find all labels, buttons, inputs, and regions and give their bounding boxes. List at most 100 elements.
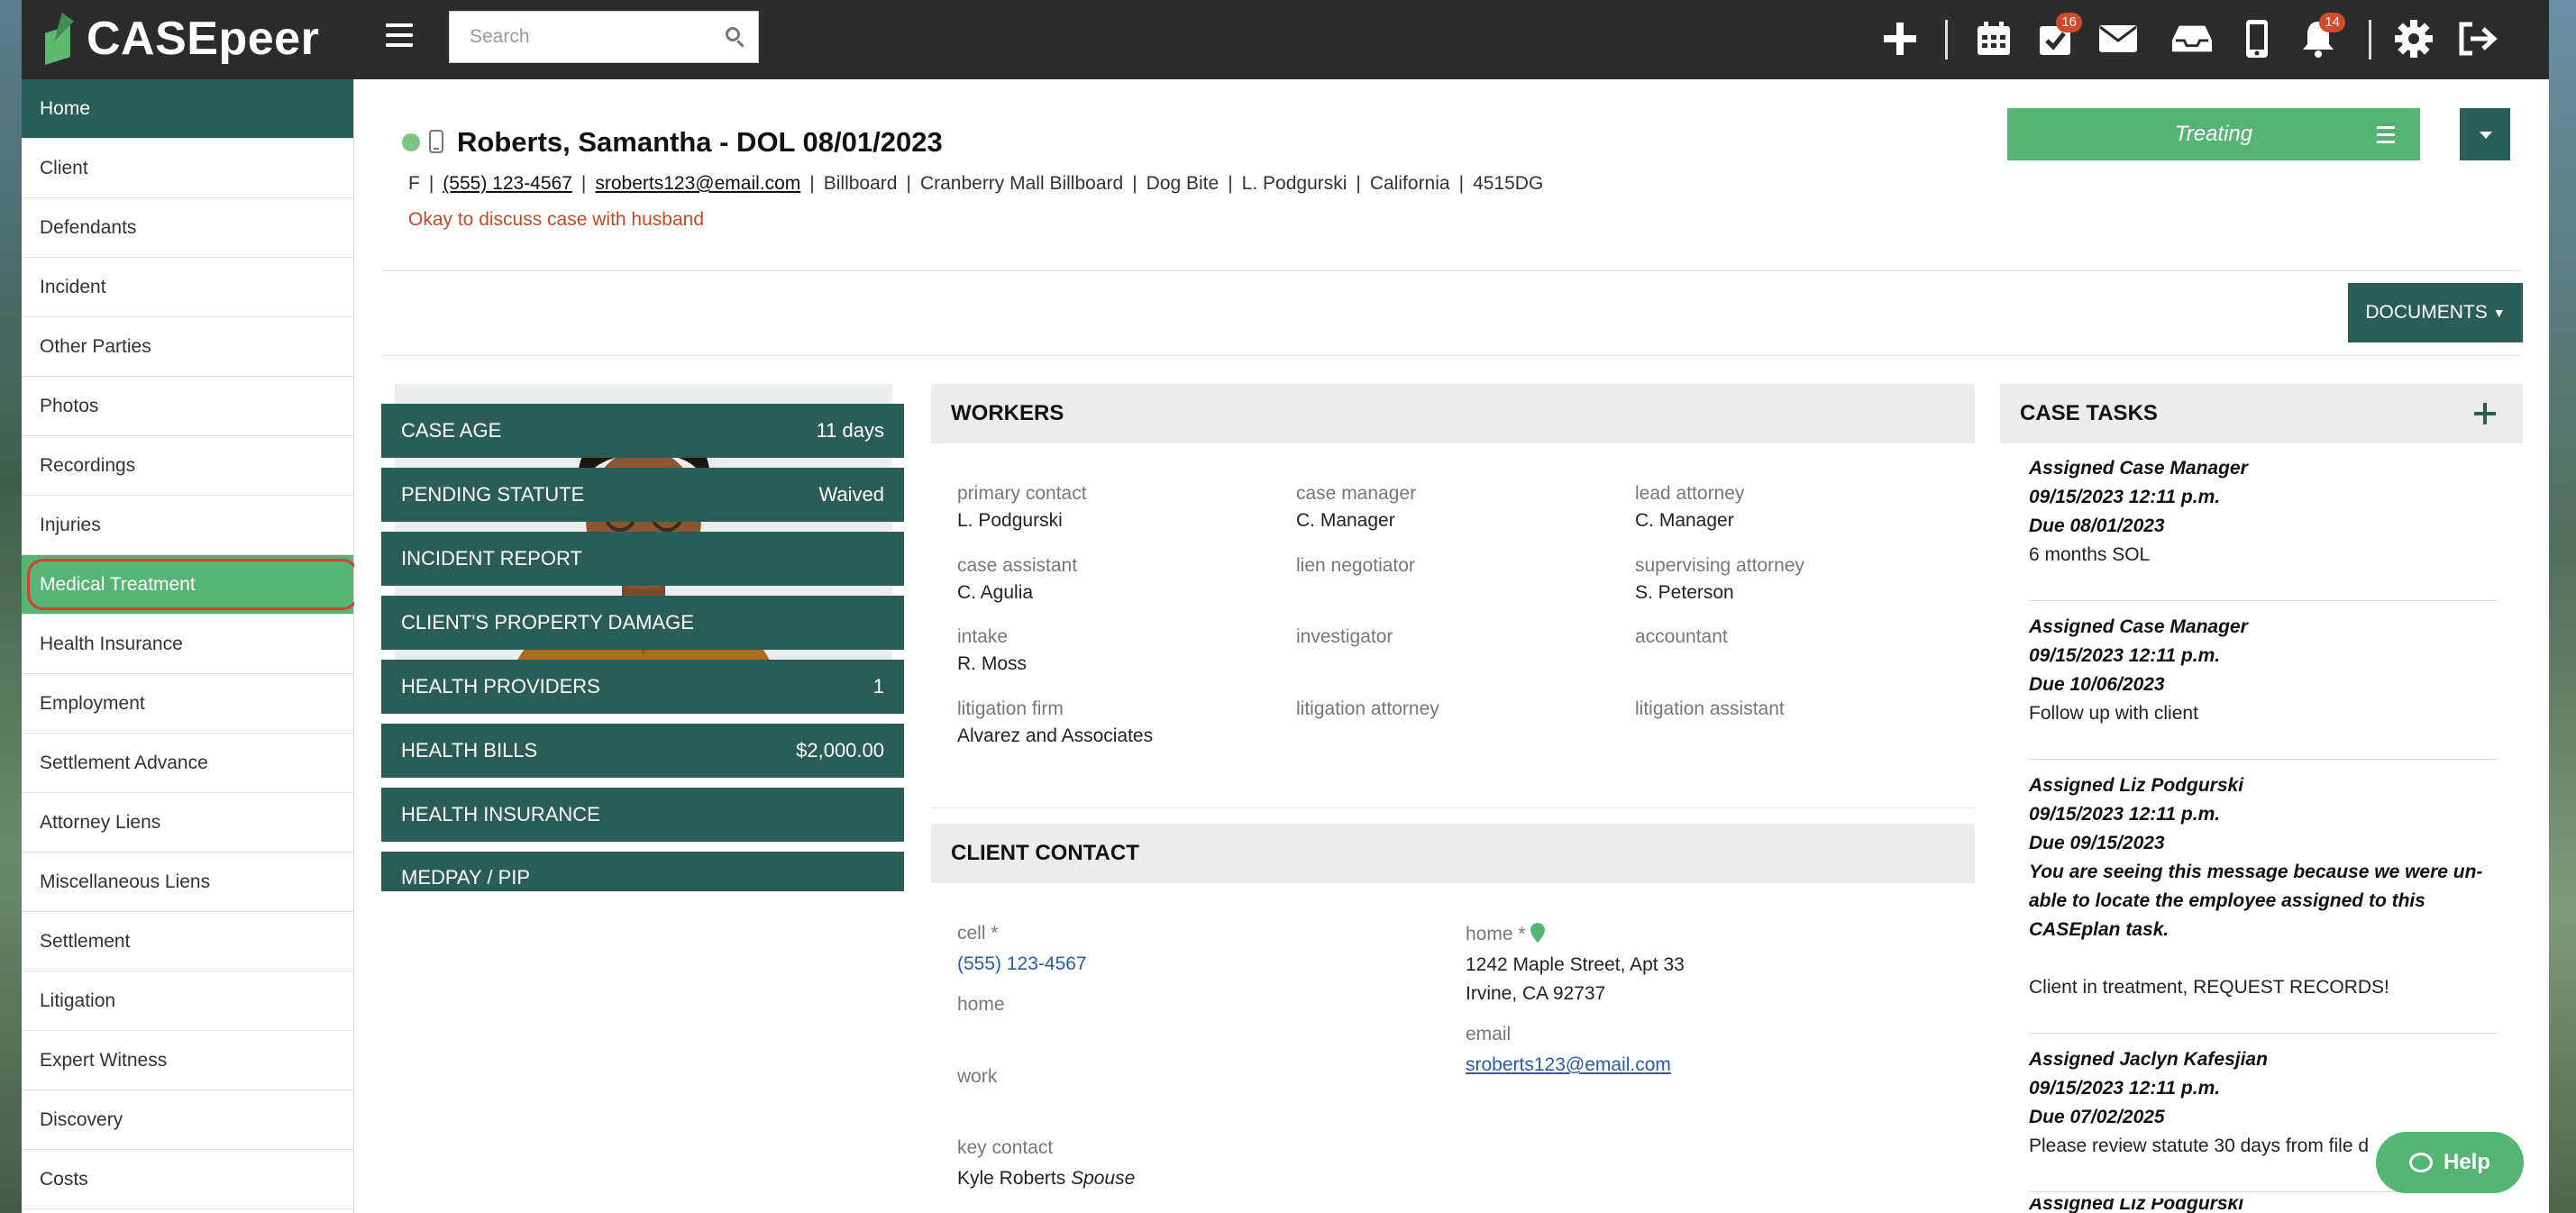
contact-cell-link[interactable]: (555) 123-4567 — [957, 950, 1087, 979]
notifications-icon[interactable]: 14 — [2297, 13, 2345, 61]
list-icon — [2377, 126, 2395, 148]
sidebar-item-home[interactable]: Home — [22, 79, 353, 139]
sidebar-item-discovery[interactable]: Discovery — [22, 1090, 353, 1150]
contact-work-phone: work — [957, 1066, 998, 1087]
gear-icon[interactable] — [2392, 16, 2435, 61]
contact-home-phone: home — [957, 994, 1005, 1015]
sidebar-item-health-insurance[interactable]: Health Insurance — [22, 615, 353, 674]
divider — [2029, 600, 2498, 601]
sidebar-item-incident[interactable]: Incident — [22, 258, 353, 317]
key-contact-relation: Spouse — [1071, 1168, 1136, 1189]
stat-property-damage[interactable]: CLIENT'S PROPERTY DAMAGE — [381, 596, 904, 650]
sidebar-item-client[interactable]: Client — [22, 139, 353, 198]
client-source: Billboard — [823, 173, 898, 194]
client-phone-link[interactable]: (555) 123-4567 — [443, 173, 572, 194]
mobile-icon[interactable] — [2235, 16, 2279, 61]
worker-lien-negotiator: lien negotiator — [1296, 555, 1415, 576]
sidebar-item-settlement-advance[interactable]: Settlement Advance — [22, 734, 353, 793]
search-icon[interactable] — [726, 27, 740, 41]
task-item[interactable]: Assigned Liz Podgurski 09/15/2023 12:11 … — [2029, 771, 2498, 1002]
search-box — [449, 11, 759, 63]
sidebar-item-expert-witness[interactable]: Expert Witness — [22, 1031, 353, 1090]
stat-case-age[interactable]: CASE AGE 11 days — [381, 404, 904, 458]
client-case-id: 4515DG — [1473, 173, 1544, 194]
calendar-icon[interactable] — [1972, 16, 2015, 61]
client-attorney: L. Podgurski — [1241, 173, 1347, 194]
desktop-background-left — [0, 0, 22, 1213]
casepeer-logo[interactable]: CASEpeer — [45, 7, 319, 70]
worker-primary-contact: primary contact L. Podgurski — [957, 483, 1087, 531]
add-icon[interactable] — [1878, 16, 1922, 61]
inbox-icon[interactable] — [2170, 16, 2214, 61]
client-case-type: Dog Bite — [1146, 173, 1219, 194]
caret-down-icon: ▼ — [2492, 306, 2506, 320]
mobile-phone-icon — [429, 130, 443, 153]
worker-litigation-firm: litigation firm Alvarez and Associates — [957, 698, 1154, 746]
sidebar-item-defendants[interactable]: Defendants — [22, 198, 353, 258]
client-state: California — [1369, 173, 1450, 194]
sidebar-item-employment[interactable]: Employment — [22, 674, 353, 734]
worker-accountant: accountant — [1635, 626, 1728, 647]
main-content: Roberts, Samantha - DOL 08/01/2023 F | (55… — [354, 79, 2549, 1213]
stat-pending-statute[interactable]: PENDING STATUTE Waived — [381, 468, 904, 522]
online-status-icon — [402, 133, 420, 151]
map-pin-icon[interactable] — [1530, 923, 1546, 943]
divider — [931, 807, 1975, 808]
desktop-background-right — [2549, 0, 2576, 1213]
sidebar-item-attorney-liens[interactable]: Attorney Liens — [22, 793, 353, 853]
client-name-title: Roberts, Samantha - DOL 08/01/2023 — [457, 126, 943, 158]
sidebar: Home Client Defendants Incident Other Pa… — [22, 79, 359, 1213]
client-meta-line: F | (555) 123-4567 | sroberts123@email.com | B… — [408, 173, 1544, 194]
search-input[interactable] — [450, 12, 724, 62]
task-item[interactable]: Assigned Liz Podgurski — [2029, 1199, 2498, 1213]
status-dropdown-toggle[interactable] — [2460, 108, 2510, 160]
worker-supervising-attorney: supervising attorney S. Peterson — [1635, 555, 1804, 603]
client-email-link[interactable]: sroberts123@email.com — [595, 173, 800, 194]
contact-home-address: home * 1242 Maple Street, Apt 33 Irvine,… — [1466, 923, 1685, 1004]
contact-key-contact: key contact Kyle Roberts Spouse — [957, 1137, 1136, 1189]
client-gender: F — [408, 173, 420, 194]
worker-litigation-assistant: litigation assistant — [1635, 698, 1785, 719]
sidebar-item-medical-treatment[interactable]: Medical Treatment — [22, 555, 359, 615]
sidebar-item-photos[interactable]: Photos — [22, 377, 353, 436]
sidebar-item-litigation[interactable]: Litigation — [22, 971, 353, 1031]
sidebar-item-recordings[interactable]: Recordings — [22, 436, 353, 496]
case-tasks-header: CASE TASKS — [2000, 384, 2523, 443]
documents-button[interactable]: DOCUMENTS ▼ — [2348, 283, 2523, 342]
sidebar-item-other-parties[interactable]: Other Parties — [22, 317, 353, 377]
toolbar-divider — [2369, 20, 2371, 59]
contact-email-link[interactable]: sroberts123@email.com — [1466, 1051, 1671, 1080]
notifications-badge: 14 — [2319, 13, 2345, 32]
workers-header: WORKERS — [931, 384, 1975, 443]
toolbar-divider — [1945, 20, 1948, 59]
task-item[interactable]: Assigned Case Manager 09/15/2023 12:11 p… — [2029, 613, 2498, 728]
add-task-icon[interactable] — [2474, 403, 2496, 424]
logo-mark-icon — [45, 13, 81, 65]
worker-investigator: investigator — [1296, 626, 1393, 647]
help-button[interactable]: Help — [2376, 1132, 2524, 1193]
task-item[interactable]: Assigned Case Manager 09/15/2023 12:11 p… — [2029, 454, 2498, 570]
mail-icon[interactable] — [2096, 16, 2140, 61]
key-contact-name: Kyle Roberts — [957, 1168, 1066, 1189]
tasks-icon[interactable]: 16 — [2033, 13, 2082, 61]
sidebar-item-injuries[interactable]: Injuries — [22, 496, 353, 555]
stat-health-insurance[interactable]: HEALTH INSURANCE — [381, 788, 904, 842]
client-contact-header: CLIENT CONTACT — [931, 824, 1975, 883]
logout-icon[interactable] — [2455, 16, 2498, 61]
stat-medpay-pip[interactable]: MEDPAY / PIP — [381, 852, 904, 891]
stat-health-bills[interactable]: HEALTH BILLS $2,000.00 — [381, 724, 904, 778]
contact-cell: cell * (555) 123-4567 — [957, 923, 1087, 979]
case-status-button[interactable]: Treating — [2007, 108, 2420, 160]
worker-litigation-attorney: litigation attorney — [1296, 698, 1439, 719]
stat-health-providers[interactable]: HEALTH PROVIDERS 1 — [381, 660, 904, 714]
sidebar-item-miscellaneous-liens[interactable]: Miscellaneous Liens — [22, 853, 353, 912]
sidebar-item-settlement[interactable]: Settlement — [22, 912, 353, 971]
logo-text: CASEpeer — [87, 13, 320, 65]
sidebar-item-costs[interactable]: Costs — [22, 1150, 353, 1209]
top-navbar: CASEpeer 16 14 — [22, 0, 2549, 79]
client-note: Okay to discuss case with husband — [408, 209, 705, 230]
divider — [381, 355, 2522, 356]
menu-icon[interactable] — [386, 23, 413, 54]
stat-incident-report[interactable]: INCIDENT REPORT — [381, 532, 904, 586]
chat-bubble-icon — [2408, 1153, 2433, 1172]
